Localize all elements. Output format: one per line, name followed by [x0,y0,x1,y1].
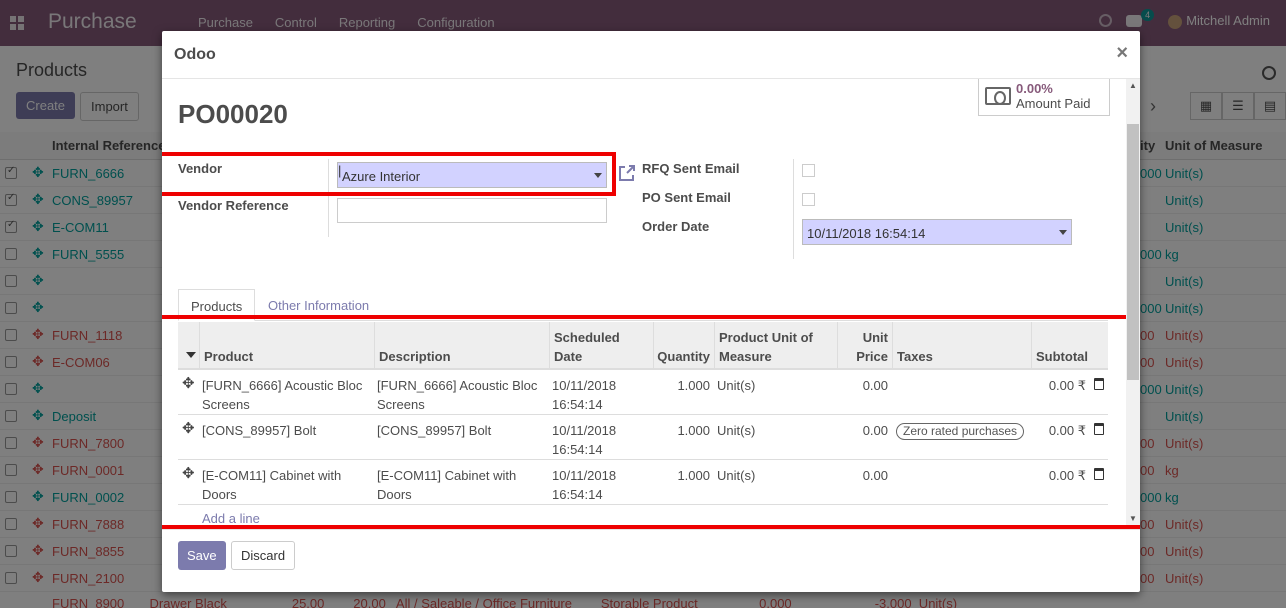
order-date-input[interactable]: 10/11/2018 16:54:14 [802,219,1072,245]
order-date-label: Order Date [642,219,710,234]
scroll-up-icon[interactable]: ▲ [1129,81,1137,90]
field-separator [793,159,794,259]
rfq-sent-email-checkbox[interactable] [802,164,815,177]
money-icon [985,87,1011,105]
dialog-scrollbar[interactable]: ▲ ▼ [1126,79,1140,525]
rfq-sent-email-label: RFQ Sent Email [642,161,740,176]
caret-down-icon[interactable] [1059,230,1067,235]
vendor-reference-input[interactable] [337,198,607,223]
highlight-box-order-lines [162,315,1140,529]
close-icon[interactable]: × [1116,42,1128,65]
order-date-value: 10/11/2018 16:54:14 [807,226,926,241]
vendor-reference-label: Vendor Reference [178,198,289,213]
dialog-footer: Save Discard [162,529,1140,592]
discard-button[interactable]: Discard [231,541,296,570]
purchase-order-dialog: Odoo × 0.00% Amount Paid PO00020 Vendor … [162,31,1140,592]
scrollbar-thumb[interactable] [1127,124,1139,380]
dialog-body: 0.00% Amount Paid PO00020 Vendor Vendor … [162,79,1140,529]
po-sent-email-checkbox[interactable] [802,193,815,206]
scroll-down-icon[interactable]: ▼ [1129,514,1137,523]
dialog-header: Odoo × [162,31,1140,79]
save-button[interactable]: Save [178,541,226,570]
po-name: PO00020 [178,99,288,129]
external-link-icon[interactable] [618,164,636,182]
amount-paid-value: 0.00% [1016,81,1053,96]
highlight-box-vendor [162,152,616,196]
amount-paid-stat-button[interactable]: 0.00% Amount Paid [978,79,1110,116]
amount-paid-label: Amount Paid [1016,96,1091,111]
po-sent-email-label: PO Sent Email [642,190,731,205]
dialog-title: Odoo [174,46,216,63]
